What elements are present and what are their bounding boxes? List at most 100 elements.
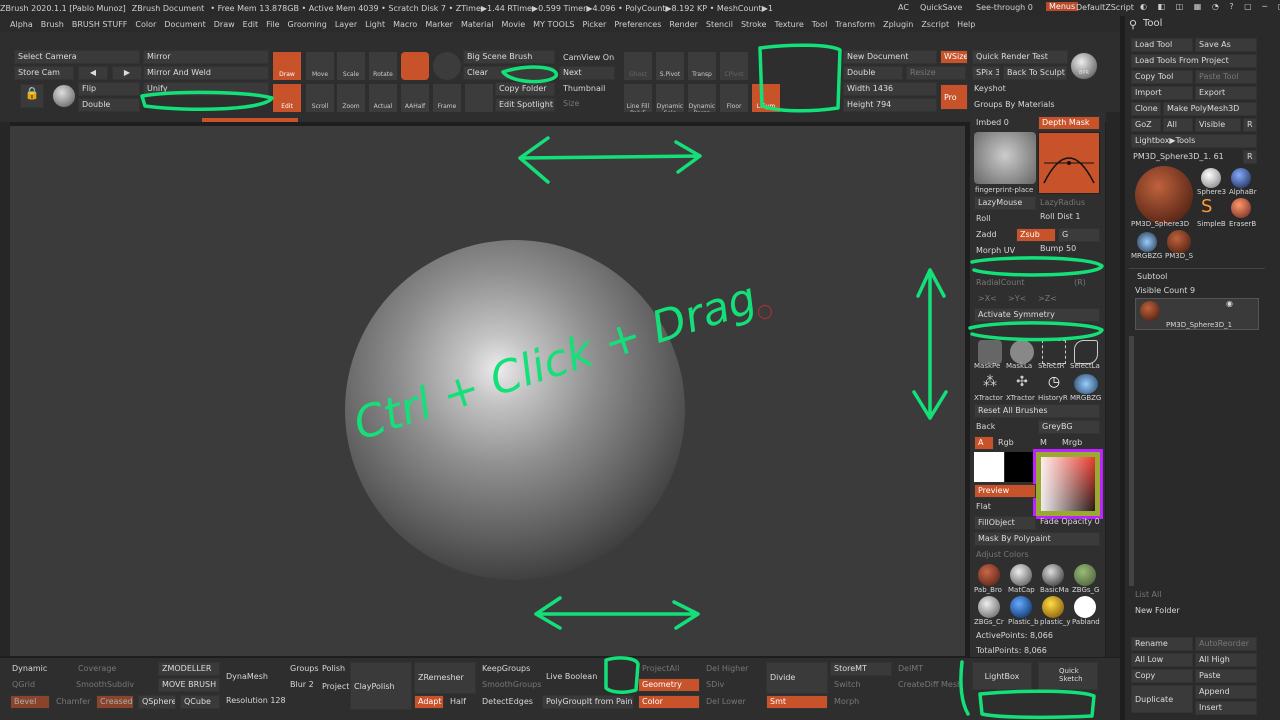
mrgbzgrabber-icon[interactable]: [1074, 374, 1098, 394]
menu-light[interactable]: Light: [365, 20, 385, 29]
blur-slider[interactable]: Blur 2: [290, 680, 314, 689]
persp-button[interactable]: Dynamic Persp: [688, 84, 716, 112]
clone-button[interactable]: Clone: [1131, 102, 1161, 116]
menu-layer[interactable]: Layer: [335, 20, 357, 29]
new-folder-button[interactable]: New Folder: [1135, 606, 1180, 615]
save-as-button[interactable]: Save As: [1195, 38, 1257, 52]
solo-button[interactable]: Dynamic Solo: [656, 84, 684, 112]
rotate-button[interactable]: Rotate: [369, 52, 397, 80]
material-sphere-icon[interactable]: [52, 84, 76, 108]
lsym-button[interactable]: L.Sym: [752, 84, 780, 112]
projectall-button[interactable]: ProjectAll: [642, 664, 679, 673]
menu-preferences[interactable]: Preferences: [614, 20, 661, 29]
material-plastic-b-icon[interactable]: [1010, 596, 1032, 618]
lazymouse-button[interactable]: LazyMouse: [974, 196, 1036, 210]
polish-button[interactable]: Polish: [322, 664, 345, 673]
pm3d-small-thumb-icon[interactable]: [1167, 230, 1191, 254]
quicksave-button[interactable]: QuickSave: [920, 3, 962, 12]
sym-z-button[interactable]: >Z<: [1038, 294, 1057, 303]
back-to-sculpt-button[interactable]: Back To Sculpt: [1003, 66, 1067, 80]
draw-button[interactable]: Draw: [273, 52, 301, 80]
zadd-button[interactable]: Zadd: [976, 230, 997, 239]
lazyradius-slider[interactable]: LazyRadius: [1040, 198, 1085, 207]
subtool-header[interactable]: Subtool: [1137, 272, 1167, 281]
morph-slider[interactable]: Morph: [834, 697, 859, 706]
load-tools-from-project-button[interactable]: Load Tools From Project: [1131, 54, 1257, 68]
sym-x-button[interactable]: >X<: [978, 294, 997, 303]
material-basic-icon[interactable]: [1042, 564, 1064, 586]
menu-transform[interactable]: Transform: [835, 20, 875, 29]
qsphere-button[interactable]: QSphere: [138, 695, 176, 709]
move-brush-button[interactable]: MOVE BRUSH: [158, 678, 220, 692]
activate-symmetry-button[interactable]: Activate Symmetry: [974, 308, 1100, 322]
append-button[interactable]: Append: [1195, 685, 1257, 699]
all-high-button[interactable]: All High: [1195, 653, 1257, 667]
switch-button[interactable]: Switch: [834, 680, 860, 689]
bump-slider[interactable]: Bump 50: [1040, 244, 1076, 253]
insert-button[interactable]: Insert: [1195, 701, 1257, 715]
dynamesh-button[interactable]: DynaMesh: [226, 672, 268, 681]
chamfer-button[interactable]: Chamfer: [56, 697, 90, 706]
mrgbzgrabber-thumb-icon[interactable]: [1137, 232, 1157, 252]
morph-uv-button[interactable]: Morph UV: [976, 246, 1015, 255]
color-button[interactable]: Color: [638, 695, 700, 709]
menu-render[interactable]: Render: [669, 20, 697, 29]
flip-button[interactable]: Flip: [78, 82, 140, 96]
depth-mask-button[interactable]: Depth Mask: [1038, 116, 1100, 130]
storemt-button[interactable]: StoreMT: [830, 662, 892, 676]
rename-button[interactable]: Rename: [1131, 637, 1193, 651]
tool-thumb-main[interactable]: [1135, 166, 1193, 224]
dynamic-button[interactable]: Dynamic: [12, 664, 47, 673]
eraserbrush-thumb-icon[interactable]: [1231, 198, 1251, 218]
live-boolean-button[interactable]: Live Boolean: [546, 672, 597, 681]
floor-button[interactable]: Floor: [720, 84, 748, 112]
groups-button[interactable]: Groups: [290, 664, 319, 673]
paste-tool-button[interactable]: Paste Tool: [1195, 70, 1257, 84]
preview-button[interactable]: Preview: [974, 484, 1036, 498]
zsub-button[interactable]: Zsub: [1016, 228, 1056, 242]
menu-brush-stuff[interactable]: BRUSH STUFF: [72, 20, 128, 29]
resolution-slider[interactable]: Resolution 128: [226, 696, 286, 705]
xtractor-icon[interactable]: ⁂: [978, 374, 1002, 394]
simplebrush-thumb-icon[interactable]: S: [1201, 198, 1221, 218]
roll-button[interactable]: Roll: [976, 214, 991, 223]
scale-button[interactable]: Scale: [337, 52, 365, 80]
floor-grid-icon[interactable]: [465, 84, 493, 112]
qcube-button[interactable]: QCube: [180, 695, 220, 709]
menu-draw[interactable]: Draw: [214, 20, 235, 29]
color-picker[interactable]: [1033, 449, 1103, 519]
menu-movie[interactable]: Movie: [501, 20, 525, 29]
reset-all-brushes-button[interactable]: Reset All Brushes: [974, 404, 1100, 418]
flat-button[interactable]: Flat: [976, 502, 991, 511]
paste-subtool-button[interactable]: Paste: [1195, 669, 1257, 683]
import-button[interactable]: Import: [1131, 86, 1193, 100]
edit-button[interactable]: Edit: [273, 84, 301, 112]
del-lower-button[interactable]: Del Lower: [706, 697, 746, 706]
coverage-slider[interactable]: Coverage: [78, 664, 116, 673]
adjust-colors-button[interactable]: Adjust Colors: [976, 550, 1029, 559]
copy-subtool-button[interactable]: Copy: [1131, 669, 1193, 683]
quick-render-button[interactable]: Quick Render Test: [972, 50, 1068, 64]
menu-file[interactable]: File: [266, 20, 279, 29]
double-doc-button[interactable]: Double: [843, 66, 903, 80]
double-button[interactable]: Double: [78, 98, 140, 112]
sphere3d-thumb-icon[interactable]: [1201, 168, 1221, 188]
polygroupit-button[interactable]: PolyGroupIt from Paint: [542, 695, 634, 709]
selectlasso-icon[interactable]: [1074, 340, 1098, 364]
sphere-mesh[interactable]: [345, 240, 685, 580]
actual-button[interactable]: Actual: [369, 84, 397, 112]
seethrough-slider[interactable]: See-through 0: [976, 3, 1033, 12]
subtool-item[interactable]: ◉ PM3D_Sphere3D_1: [1135, 298, 1259, 330]
mrgb-button[interactable]: Mrgb: [1062, 438, 1082, 447]
spix-slider[interactable]: SPix 3: [972, 66, 1000, 80]
menu-grooming[interactable]: Grooming: [288, 20, 327, 29]
draw-size-slider[interactable]: [202, 118, 298, 122]
lightbox-tools-button[interactable]: Lightbox▶Tools: [1131, 134, 1257, 148]
lock-icon[interactable]: 🔒: [20, 84, 44, 108]
rgb-button[interactable]: Rgb: [998, 438, 1014, 447]
goz-r-button[interactable]: R: [1243, 118, 1257, 132]
geometry-button[interactable]: Geometry: [638, 678, 700, 692]
visible-count-slider[interactable]: Visible Count 9: [1135, 286, 1195, 295]
keepgroups-button[interactable]: KeepGroups: [482, 664, 530, 673]
menu-material[interactable]: Material: [461, 20, 494, 29]
